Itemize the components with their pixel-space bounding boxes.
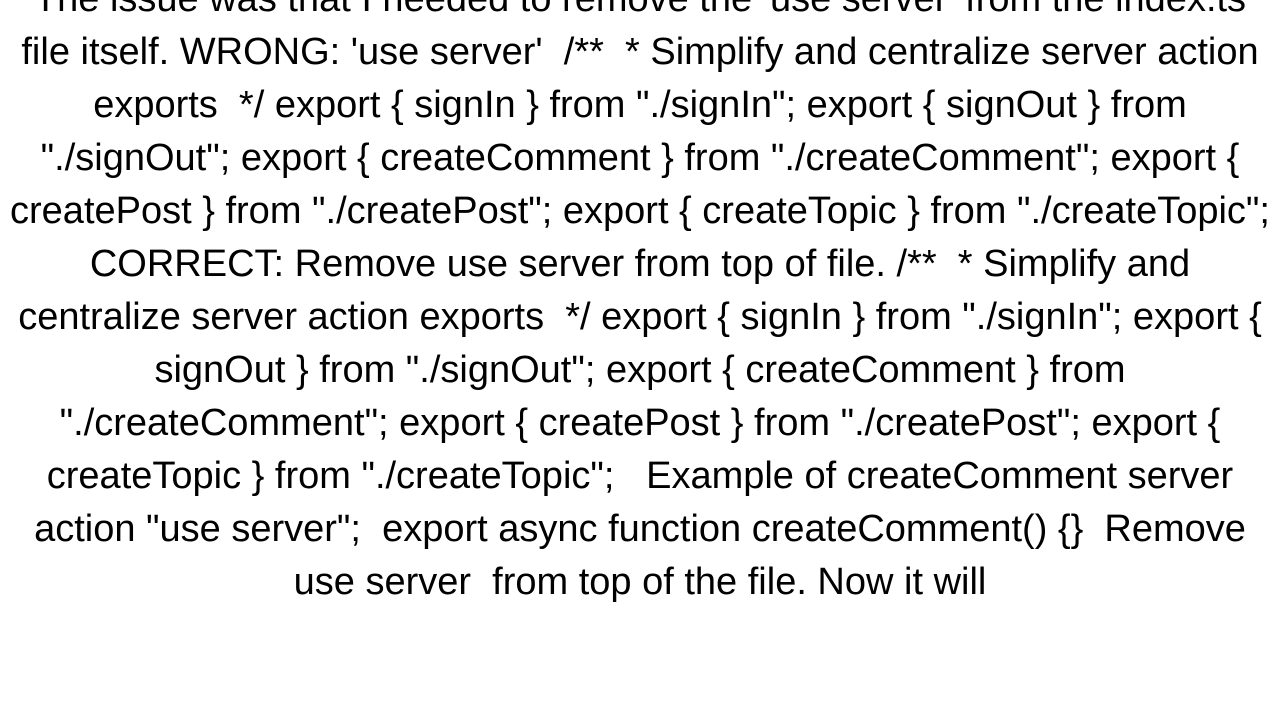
- body-text-paragraph: The issue was that I needed to remove th…: [10, 0, 1270, 603]
- text-viewport: The issue was that I needed to remove th…: [0, 0, 1280, 720]
